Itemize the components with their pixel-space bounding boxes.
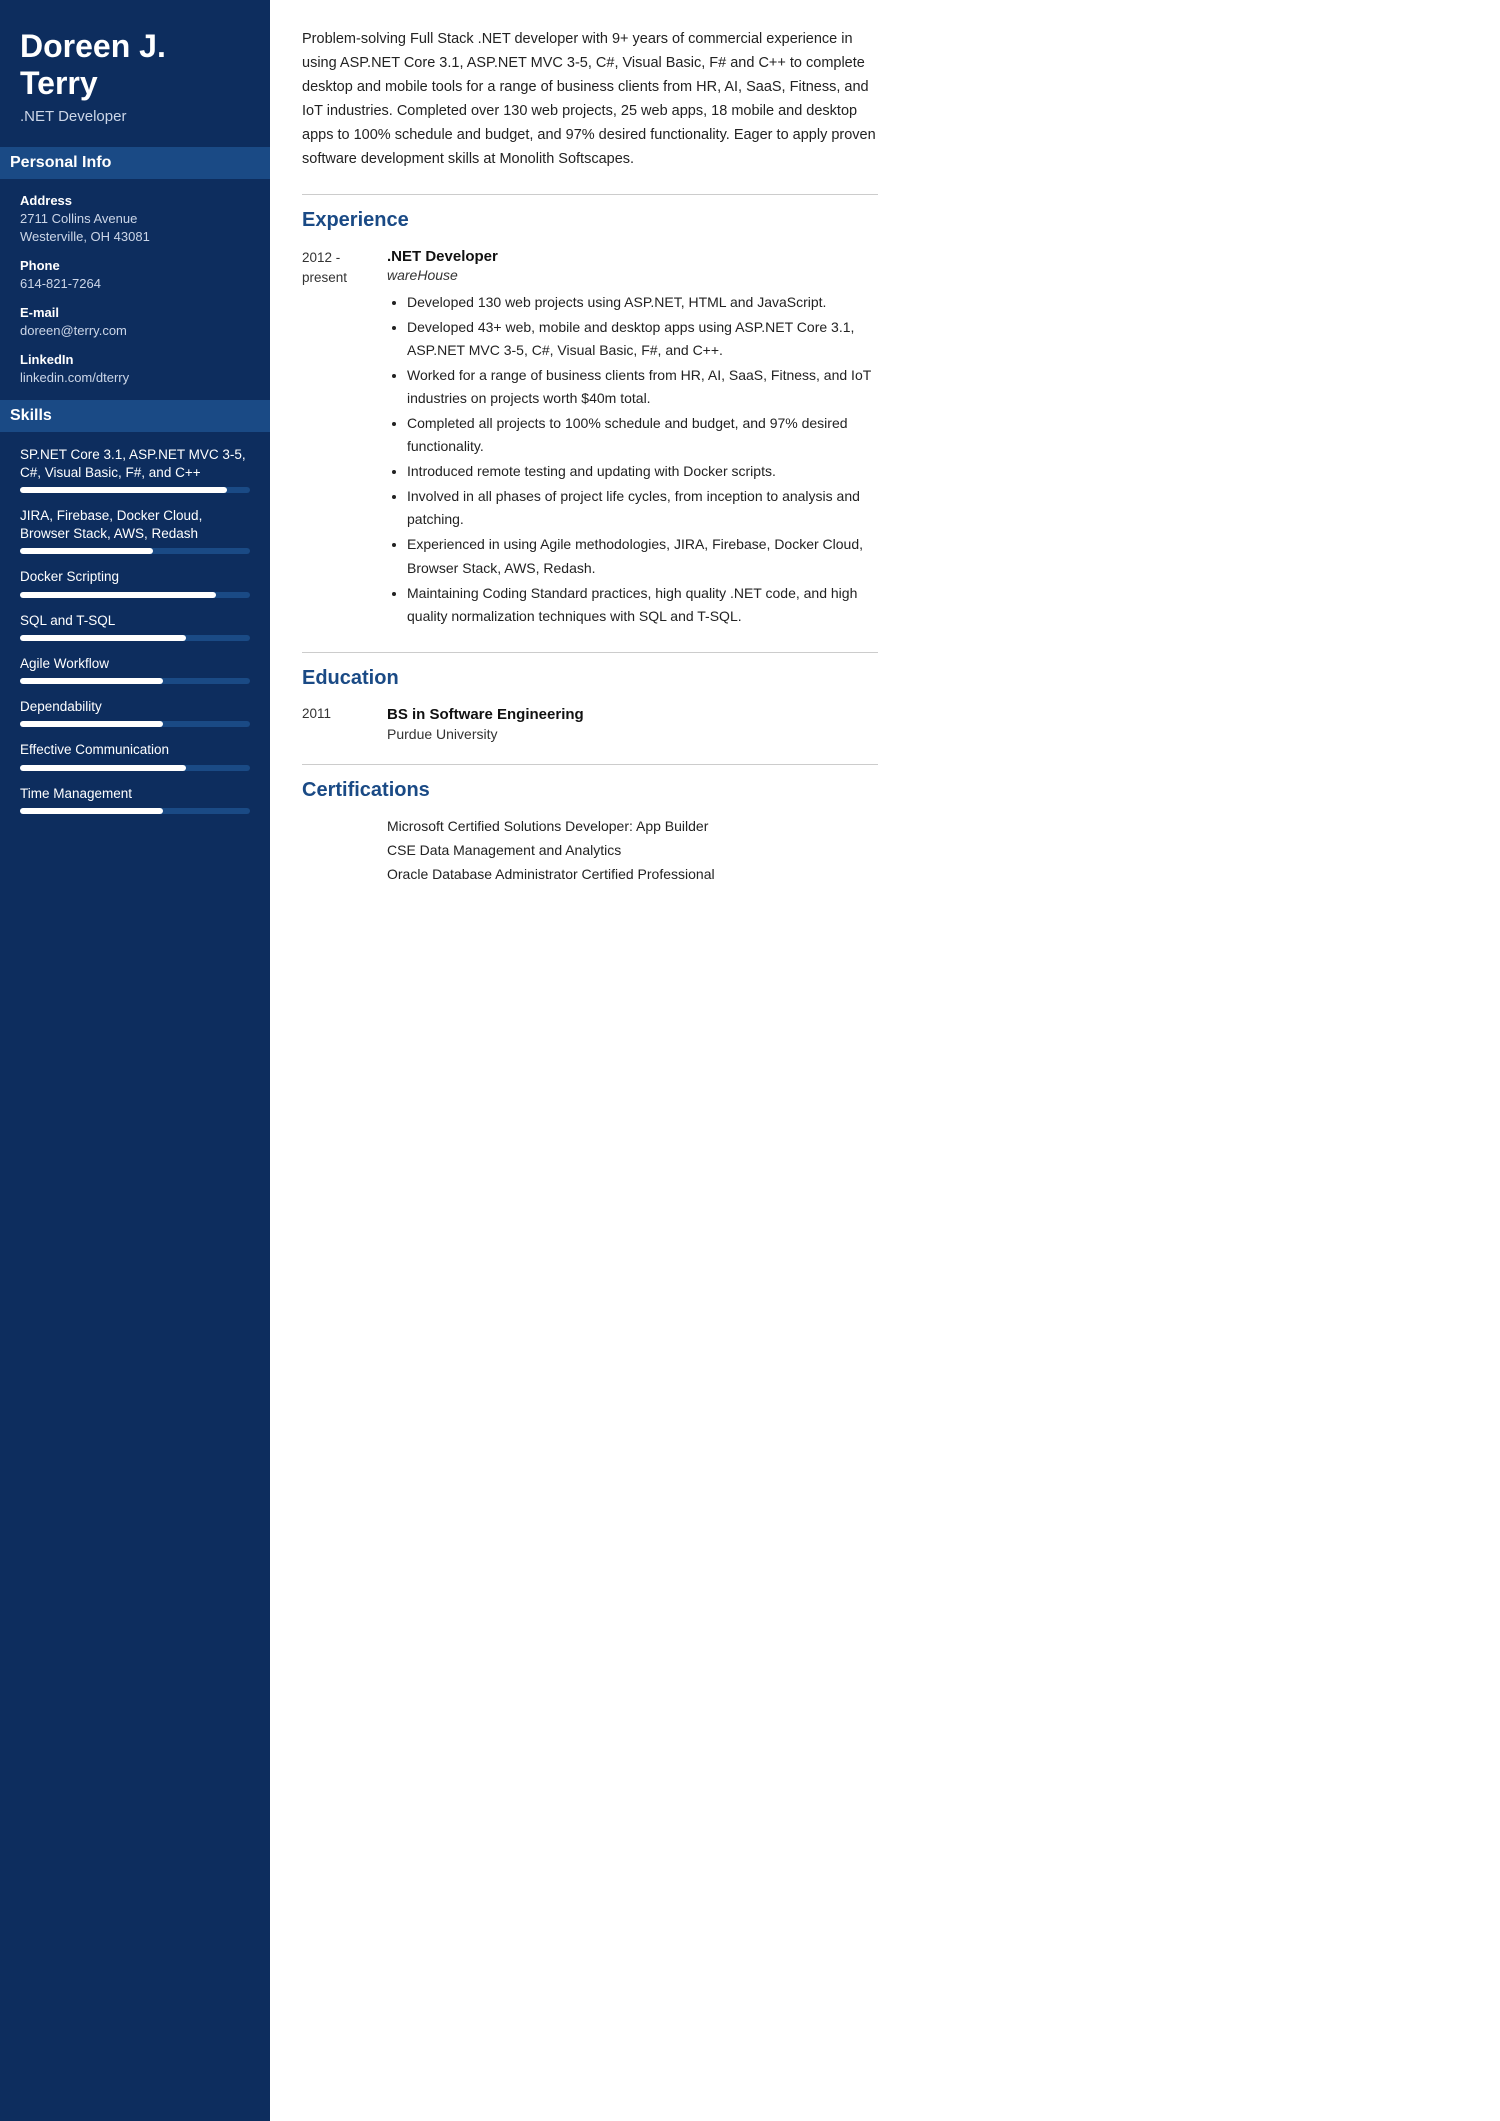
skill-item: Time Management [20, 785, 250, 814]
edu-date: 2011 [302, 706, 387, 742]
experience-divider [302, 194, 878, 195]
skill-bar-fill [20, 808, 163, 814]
skill-bar-bg [20, 635, 250, 641]
sidebar: Doreen J. Terry .NET Developer Personal … [0, 0, 270, 2121]
personal-info-value: 2711 Collins Avenue Westerville, OH 4308… [20, 210, 250, 246]
experience-title: Experience [302, 209, 878, 232]
summary-text: Problem-solving Full Stack .NET develope… [302, 28, 878, 172]
personal-info-item: E-mail doreen@terry.com [20, 305, 250, 340]
skill-bar-fill [20, 548, 153, 554]
skill-name: Effective Communication [20, 741, 250, 759]
skill-bar-fill [20, 592, 216, 598]
exp-bullet: Developed 130 web projects using ASP.NET… [407, 291, 878, 314]
exp-bullet: Completed all projects to 100% schedule … [407, 412, 878, 458]
exp-job-title: .NET Developer [387, 248, 878, 265]
exp-bullet: Experienced in using Agile methodologies… [407, 533, 878, 579]
personal-info-item: Address 2711 Collins Avenue Westerville, … [20, 193, 250, 246]
skill-bar-bg [20, 678, 250, 684]
skill-item: Docker Scripting [20, 568, 250, 597]
personal-info-item: LinkedIn linkedin.com/dterry [20, 352, 250, 387]
personal-info-header: Personal Info [0, 147, 270, 179]
skill-name: Agile Workflow [20, 655, 250, 673]
certifications-divider [302, 764, 878, 765]
cert-name: Microsoft Certified Solutions Developer:… [387, 818, 878, 834]
personal-info-value: linkedin.com/dterry [20, 369, 250, 387]
skill-name: Dependability [20, 698, 250, 716]
experience-container: 2012 - present.NET Developer wareHouse Dev… [302, 248, 878, 630]
certifications-section: Certifications Microsoft Certified Solut… [302, 764, 878, 882]
skill-bar-fill [20, 721, 163, 727]
skill-bar-bg [20, 808, 250, 814]
edu-degree: BS in Software Engineering [387, 706, 878, 723]
experience-section: Experience 2012 - present.NET Developer w… [302, 194, 878, 630]
skill-item: SP.NET Core 3.1, ASP.NET MVC 3-5, C#, Vi… [20, 446, 250, 493]
candidate-title: .NET Developer [20, 108, 250, 125]
skill-bar-bg [20, 548, 250, 554]
skill-bar-fill [20, 635, 186, 641]
experience-item: 2012 - present.NET Developer wareHouse Dev… [302, 248, 878, 630]
skill-item: Dependability [20, 698, 250, 727]
skill-bar-bg [20, 721, 250, 727]
exp-bullets: Developed 130 web projects using ASP.NET… [387, 291, 878, 628]
skill-bar-fill [20, 765, 186, 771]
certifications-title: Certifications [302, 779, 878, 802]
exp-date: 2012 - present [302, 248, 387, 630]
exp-company: wareHouse [387, 267, 878, 283]
candidate-name: Doreen J. Terry [20, 28, 250, 102]
personal-info-section: Address 2711 Collins Avenue Westerville, … [20, 193, 250, 388]
skill-name: Docker Scripting [20, 568, 250, 586]
education-container: 2011BS in Software Engineering Purdue Uni… [302, 706, 878, 742]
main-content: Problem-solving Full Stack .NET develope… [270, 0, 910, 2121]
exp-bullet: Developed 43+ web, mobile and desktop ap… [407, 316, 878, 362]
exp-bullet: Introduced remote testing and updating w… [407, 460, 878, 483]
skill-name: SQL and T-SQL [20, 612, 250, 630]
personal-info-label: LinkedIn [20, 352, 250, 367]
skill-bar-fill [20, 487, 227, 493]
personal-info-value: doreen@terry.com [20, 322, 250, 340]
certifications-container: Microsoft Certified Solutions Developer:… [302, 818, 878, 882]
skill-name: JIRA, Firebase, Docker Cloud, Browser St… [20, 507, 250, 543]
cert-date [302, 866, 387, 882]
skill-item: Effective Communication [20, 741, 250, 770]
cert-date [302, 818, 387, 834]
personal-info-value: 614-821-7264 [20, 275, 250, 293]
skill-name: SP.NET Core 3.1, ASP.NET MVC 3-5, C#, Vi… [20, 446, 250, 482]
cert-item: Microsoft Certified Solutions Developer:… [302, 818, 878, 834]
education-section: Education 2011BS in Software Engineering… [302, 652, 878, 742]
skill-item: JIRA, Firebase, Docker Cloud, Browser St… [20, 507, 250, 554]
personal-info-label: Address [20, 193, 250, 208]
exp-content: .NET Developer wareHouse Developed 130 web… [387, 248, 878, 630]
skill-bar-fill [20, 678, 163, 684]
education-divider [302, 652, 878, 653]
cert-item: Oracle Database Administrator Certified … [302, 866, 878, 882]
personal-info-label: Phone [20, 258, 250, 273]
skill-bar-bg [20, 592, 250, 598]
skills-section: SP.NET Core 3.1, ASP.NET MVC 3-5, C#, Vi… [20, 446, 250, 814]
edu-content: BS in Software Engineering Purdue Univers… [387, 706, 878, 742]
cert-item: CSE Data Management and Analytics [302, 842, 878, 858]
skills-header: Skills [0, 400, 270, 432]
cert-name: Oracle Database Administrator Certified … [387, 866, 878, 882]
education-item: 2011BS in Software Engineering Purdue Uni… [302, 706, 878, 742]
education-title: Education [302, 667, 878, 690]
edu-school: Purdue University [387, 726, 878, 742]
skill-bar-bg [20, 765, 250, 771]
cert-date [302, 842, 387, 858]
exp-bullet: Maintaining Coding Standard practices, h… [407, 582, 878, 628]
exp-bullet: Worked for a range of business clients f… [407, 364, 878, 410]
personal-info-label: E-mail [20, 305, 250, 320]
skill-bar-bg [20, 487, 250, 493]
skill-item: Agile Workflow [20, 655, 250, 684]
skill-item: SQL and T-SQL [20, 612, 250, 641]
skill-name: Time Management [20, 785, 250, 803]
cert-name: CSE Data Management and Analytics [387, 842, 878, 858]
personal-info-item: Phone 614-821-7264 [20, 258, 250, 293]
exp-bullet: Involved in all phases of project life c… [407, 485, 878, 531]
